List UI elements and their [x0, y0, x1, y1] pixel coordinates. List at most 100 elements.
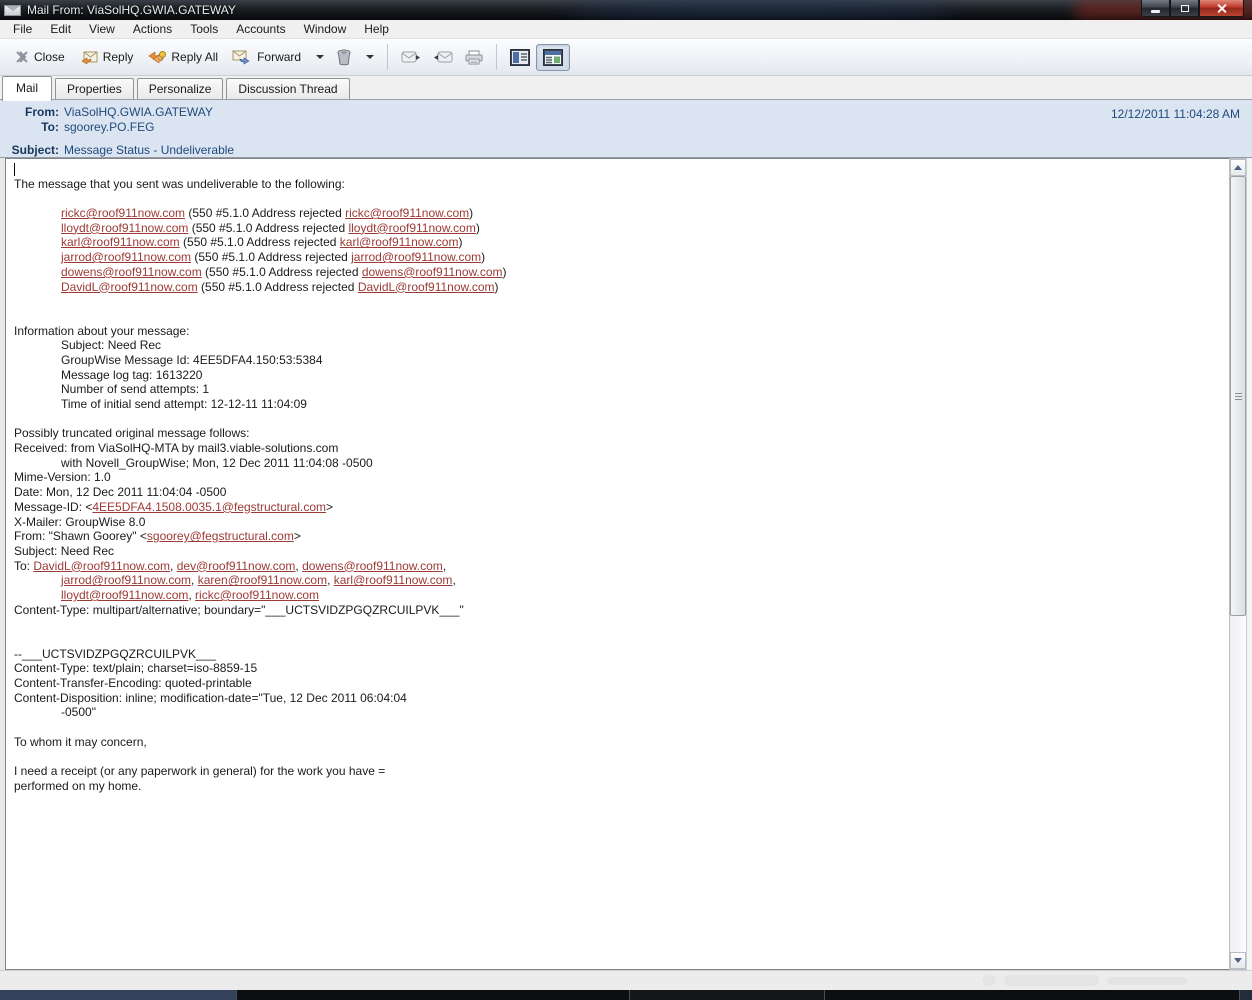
forward-button[interactable]: Forward [225, 46, 308, 69]
delete-button[interactable] [330, 45, 358, 70]
body-text: ) [469, 206, 473, 220]
body-line: lloydt@roof911now.com, rickc@roof911now.… [14, 588, 1229, 603]
close-button[interactable]: Close [8, 46, 72, 68]
minimize-button[interactable] [1141, 0, 1170, 17]
taskbar-segment[interactable] [237, 990, 630, 1000]
email-link[interactable]: jarrod@roof911now.com [351, 250, 481, 264]
body-text: X-Mailer: GroupWise 8.0 [14, 515, 145, 529]
taskbar-segment[interactable] [630, 990, 825, 1000]
email-link[interactable]: 4EE5DFA4.1508.0035.1@fegstructural.com [92, 500, 326, 514]
email-link[interactable]: karen@roof911now.com [198, 573, 327, 587]
body-text: > [294, 529, 301, 543]
body-line: Time of initial send attempt: 12-12-11 1… [14, 397, 1229, 412]
body-text: To: [14, 559, 33, 573]
email-link[interactable]: sgoorey@fegstructural.com [147, 529, 294, 543]
body-line: dowens@roof911now.com (550 #5.1.0 Addres… [14, 265, 1229, 280]
body-text: , [452, 573, 455, 587]
body-text: Subject: Need Rec [14, 544, 114, 558]
body-text: -0500" [61, 705, 96, 719]
email-link[interactable]: DavidL@roof911now.com [61, 280, 198, 294]
body-line: Content-Disposition: inline; modificatio… [14, 691, 1229, 706]
body-line: Subject: Need Rec [14, 544, 1229, 559]
statusbar [0, 970, 1252, 990]
body-line: --___UCTSVIDZPGQZRCUILPVK___ [14, 647, 1229, 662]
menu-item-tools[interactable]: Tools [181, 21, 227, 37]
menu-item-help[interactable]: Help [355, 21, 398, 37]
view-full-button[interactable] [536, 44, 570, 71]
tab-discussion-thread[interactable]: Discussion Thread [226, 78, 349, 100]
email-link[interactable]: rickc@roof911now.com [195, 588, 319, 602]
print-button[interactable] [459, 46, 489, 69]
taskbar-segment[interactable] [1240, 990, 1252, 1000]
email-link[interactable]: dowens@roof911now.com [362, 265, 503, 279]
to-value: sgoorey.PO.FEG [64, 120, 154, 135]
close-window-button[interactable] [1199, 0, 1244, 17]
body-text: (550 #5.1.0 Address rejected [185, 206, 345, 220]
body-text: Number of send attempts: 1 [61, 382, 209, 396]
body-text: I need a receipt (or any paperwork in ge… [14, 764, 385, 778]
tab-mail[interactable]: Mail [2, 76, 52, 101]
body-text: Time of initial send attempt: 12-12-11 1… [61, 397, 307, 411]
close-icon [1216, 3, 1227, 14]
email-link[interactable]: rickc@roof911now.com [345, 206, 469, 220]
body-line: jarrod@roof911now.com, karen@roof911now.… [14, 573, 1229, 588]
scroll-down-button[interactable] [1230, 952, 1246, 969]
view-full-icon [543, 49, 563, 66]
scrollbar-track[interactable] [1230, 176, 1246, 952]
delete-dropdown[interactable] [358, 51, 380, 63]
forward-dropdown[interactable] [308, 51, 330, 63]
menu-item-window[interactable]: Window [295, 21, 356, 37]
body-line: karl@roof911now.com (550 #5.1.0 Address … [14, 235, 1229, 250]
body-line: Received: from ViaSolHQ-MTA by mail3.via… [14, 441, 1229, 456]
body-line: jarrod@roof911now.com (550 #5.1.0 Addres… [14, 250, 1229, 265]
menu-item-accounts[interactable]: Accounts [227, 21, 294, 37]
email-link[interactable]: rickc@roof911now.com [61, 206, 185, 220]
email-link[interactable]: DavidL@roof911now.com [358, 280, 495, 294]
email-link[interactable]: DavidL@roof911now.com [33, 559, 170, 573]
reply-all-button[interactable]: Reply All [140, 46, 225, 69]
email-link[interactable]: karl@roof911now.com [61, 235, 180, 249]
scroll-up-button[interactable] [1230, 159, 1246, 176]
menubar: FileEditViewActionsToolsAccountsWindowHe… [0, 20, 1252, 39]
email-link[interactable]: lloydt@roof911now.com [61, 221, 188, 235]
reply-icon [79, 50, 98, 64]
body-text: , [170, 559, 177, 573]
taskbar-segment[interactable] [825, 990, 1240, 1000]
email-link[interactable]: jarrod@roof911now.com [61, 250, 191, 264]
forward-button-label: Forward [257, 50, 301, 64]
reply-button[interactable]: Reply [72, 46, 141, 68]
text-caret [14, 163, 15, 176]
email-link[interactable]: dev@roof911now.com [177, 559, 296, 573]
email-link[interactable]: jarrod@roof911now.com [61, 573, 191, 587]
body-line: rickc@roof911now.com (550 #5.1.0 Address… [14, 206, 1229, 221]
taskbar-segment[interactable] [0, 990, 237, 1000]
menu-item-file[interactable]: File [4, 21, 41, 37]
body-text: ) [458, 235, 462, 249]
email-link[interactable]: dowens@roof911now.com [61, 265, 202, 279]
email-link[interactable]: lloydt@roof911now.com [348, 221, 475, 235]
view-plain-button[interactable] [504, 45, 536, 70]
email-link[interactable]: dowens@roof911now.com [302, 559, 443, 573]
email-link[interactable]: karl@roof911now.com [334, 573, 453, 587]
scrollbar[interactable] [1229, 158, 1246, 970]
watermark [982, 974, 1202, 987]
previous-message-button[interactable] [427, 47, 459, 68]
message-body[interactable]: The message that you sent was undelivera… [5, 158, 1229, 970]
trash-icon [336, 49, 352, 66]
next-message-button[interactable] [395, 47, 427, 68]
menu-item-view[interactable]: View [80, 21, 124, 37]
body-line [14, 720, 1229, 735]
tab-properties[interactable]: Properties [55, 78, 134, 100]
email-link[interactable]: lloydt@roof911now.com [61, 588, 188, 602]
menu-item-actions[interactable]: Actions [124, 21, 181, 37]
menu-item-edit[interactable]: Edit [41, 21, 80, 37]
tab-personalize[interactable]: Personalize [137, 78, 224, 100]
email-link[interactable]: karl@roof911now.com [340, 235, 459, 249]
scrollbar-thumb[interactable] [1230, 176, 1246, 616]
body-line: Mime-Version: 1.0 [14, 470, 1229, 485]
body-line: To: DavidL@roof911now.com, dev@roof911no… [14, 559, 1229, 574]
restore-button[interactable] [1170, 0, 1199, 17]
body-text: (550 #5.1.0 Address rejected [180, 235, 340, 249]
reply-all-button-label: Reply All [171, 50, 218, 64]
scrollbar-grip-icon [1235, 393, 1242, 400]
